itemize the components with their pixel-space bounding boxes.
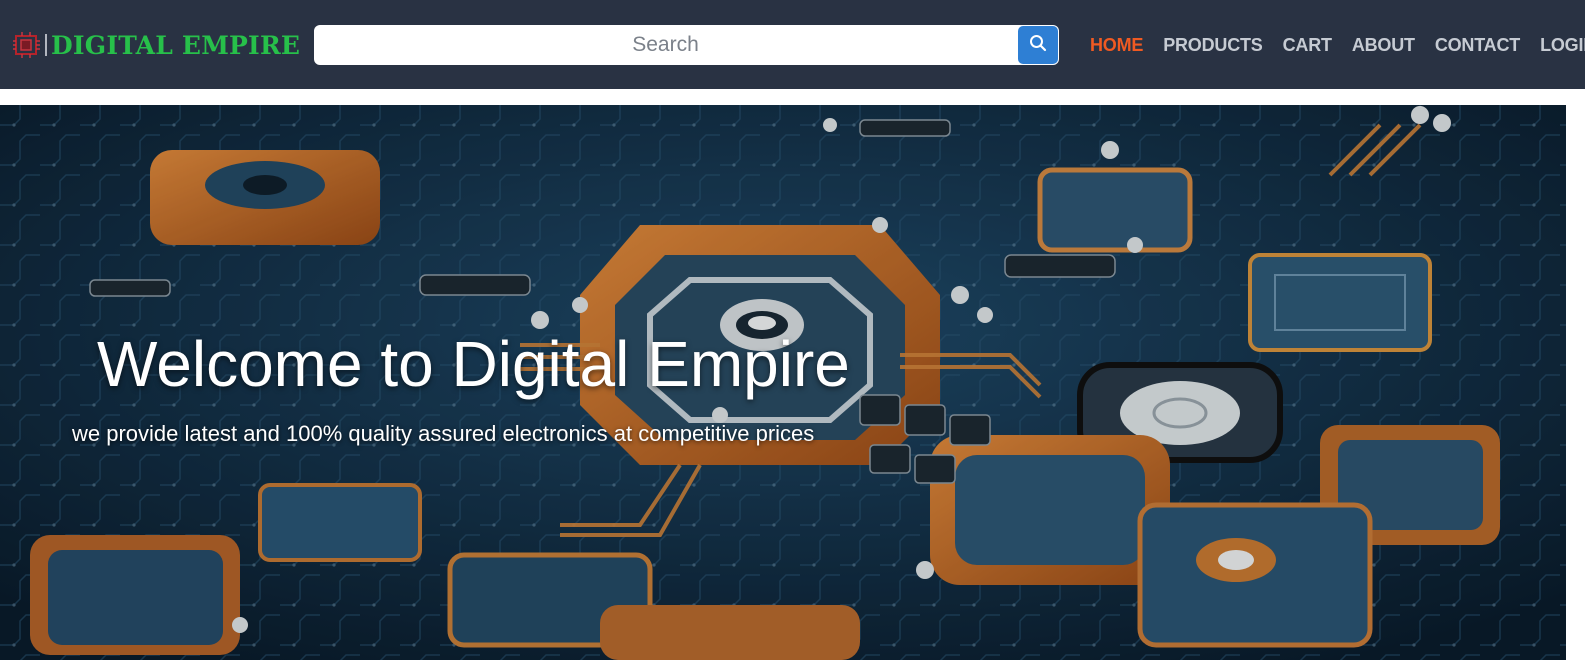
nav-link-home[interactable]: HOME — [1080, 35, 1153, 56]
brand-logo-link[interactable]: DIGITAL EMPIRE — [12, 28, 300, 62]
brand-name: DIGITAL EMPIRE — [51, 30, 301, 60]
top-navbar: DIGITAL EMPIRE HOME PRODUCTS CART ABOUT … — [0, 0, 1585, 89]
hero-title: Welcome to Digital Empire — [97, 328, 850, 400]
nav-link-contact[interactable]: CONTACT — [1425, 35, 1530, 56]
nav-link-login[interactable]: LOGIN — [1530, 35, 1585, 56]
brand-divider — [45, 34, 47, 56]
search-form — [314, 25, 1059, 65]
hero-subtitle: we provide latest and 100% quality assur… — [72, 421, 815, 446]
hero-banner: Welcome to Digital Empire we provide lat… — [0, 105, 1566, 660]
circuit-chip-logo-icon — [12, 30, 42, 60]
search-button[interactable] — [1018, 26, 1058, 64]
search-input[interactable] — [314, 25, 1017, 65]
nav-link-about[interactable]: ABOUT — [1342, 35, 1425, 56]
search-icon — [1029, 34, 1047, 56]
nav-link-products[interactable]: PRODUCTS — [1153, 35, 1272, 56]
nav-link-cart[interactable]: CART — [1273, 35, 1342, 56]
nav-links: HOME PRODUCTS CART ABOUT CONTACT LOGIN — [1080, 32, 1585, 58]
